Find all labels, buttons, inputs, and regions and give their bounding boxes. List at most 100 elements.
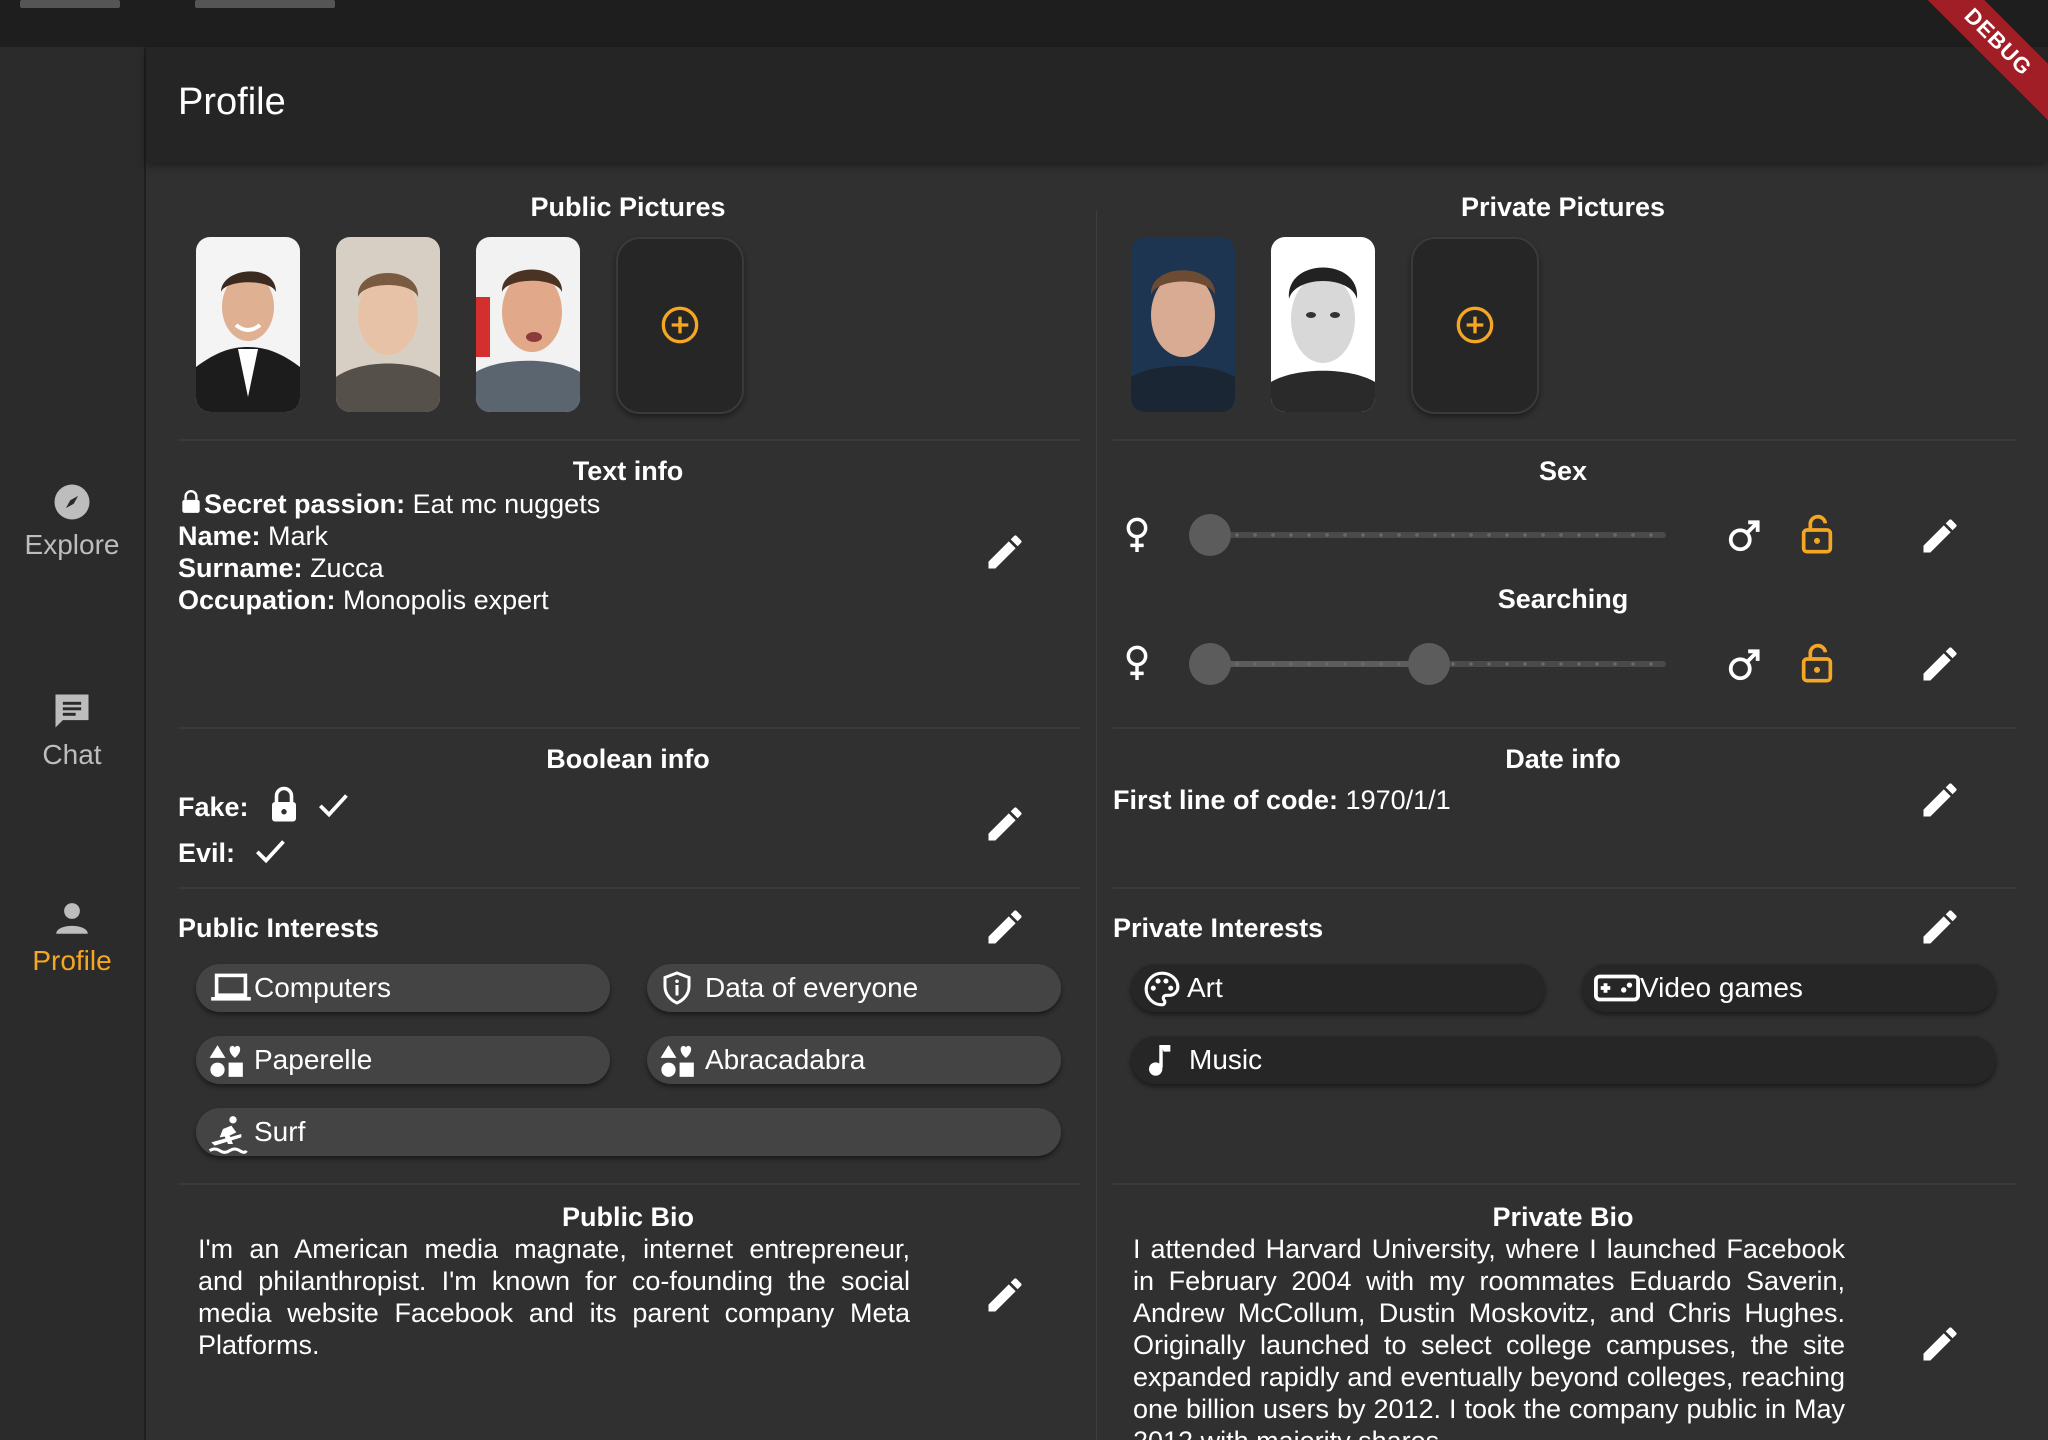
- add-circle-icon: [1456, 306, 1494, 344]
- searching-range-slider[interactable]: [1189, 643, 1676, 685]
- date-info-title: Date info: [1505, 744, 1621, 774]
- edit-private-bio-button[interactable]: [1918, 1322, 1962, 1366]
- laptop-icon: [211, 973, 251, 1001]
- edit-text-info-button[interactable]: [983, 530, 1027, 574]
- add-private-picture-button[interactable]: [1411, 237, 1539, 414]
- divider: [178, 439, 1080, 441]
- interest-label: Surf: [254, 1116, 306, 1147]
- shapes-icon: [209, 1045, 243, 1077]
- sex-slider[interactable]: [1189, 514, 1676, 556]
- divider: [1113, 887, 2016, 889]
- divider: [1113, 439, 2016, 441]
- slider-start-thumb[interactable]: [1189, 643, 1231, 685]
- boolean-row-fake: Fake:: [178, 784, 352, 826]
- edit-searching-button[interactable]: [1918, 642, 1962, 686]
- interest-label: Music: [1189, 1044, 1263, 1075]
- chat-icon: [55, 694, 89, 728]
- shield-info-icon: [663, 971, 691, 1005]
- text-info-row: Occupation: Monopolis expert: [178, 584, 549, 616]
- slider-end-thumb[interactable]: [1407, 643, 1450, 685]
- palette-icon: [1144, 971, 1180, 1007]
- add-public-picture-button[interactable]: [616, 237, 744, 414]
- portrait-image: [1271, 237, 1375, 412]
- top-strip: [0, 0, 2048, 47]
- portrait-image: [476, 237, 580, 412]
- nav-item-chat[interactable]: Chat: [0, 689, 144, 771]
- edit-boolean-info-button[interactable]: [983, 802, 1027, 846]
- edit-private-interests-button[interactable]: [1918, 905, 1962, 949]
- text-info-label: Occupation:: [178, 585, 336, 615]
- edit-public-bio-button[interactable]: [983, 1273, 1027, 1317]
- private-pictures-title: Private Pictures: [1460, 192, 1666, 222]
- edit-date-info-button[interactable]: [1918, 778, 1962, 822]
- interest-chip[interactable]: Paperelle: [196, 1036, 610, 1084]
- divider: [178, 727, 1080, 729]
- interest-label: Video games: [1640, 972, 1803, 1003]
- divider: [178, 887, 1080, 889]
- text-info-row: Name: Mark: [178, 520, 328, 552]
- add-circle-icon: [661, 306, 699, 344]
- female-icon: [1126, 517, 1148, 552]
- interest-chip[interactable]: Video games: [1582, 964, 1996, 1012]
- interest-chip[interactable]: Surf: [196, 1108, 1061, 1156]
- interest-label: Computers: [254, 972, 391, 1003]
- public-pictures-title: Public Pictures: [530, 192, 726, 222]
- lock-open-icon[interactable]: [1797, 642, 1837, 686]
- interest-chip[interactable]: Art: [1131, 964, 1545, 1012]
- text-info-label: Secret passion:: [204, 489, 406, 519]
- text-info-value: Mark: [268, 521, 329, 551]
- edit-sex-button[interactable]: [1918, 514, 1962, 558]
- nav-item-profile[interactable]: Profile: [0, 897, 144, 977]
- private-photo[interactable]: [1131, 237, 1235, 412]
- nav-item-explore[interactable]: Explore: [0, 481, 144, 561]
- sex-title: Sex: [1538, 456, 1588, 486]
- slider-ticks: [1210, 532, 1666, 538]
- private-photo[interactable]: [1271, 237, 1375, 412]
- nav-label-chat: Chat: [42, 739, 102, 770]
- public-photo[interactable]: [336, 237, 440, 412]
- edit-public-interests-button[interactable]: [983, 905, 1027, 949]
- text-info-row: Secret passion: Eat mc nuggets: [178, 488, 600, 520]
- male-icon: [1728, 649, 1760, 681]
- female-icon: [1126, 645, 1148, 680]
- public-photo[interactable]: [196, 237, 300, 412]
- private-interests-title: Private Interests: [1113, 913, 1324, 943]
- nav-label-explore: Explore: [24, 529, 120, 560]
- slider-thumb[interactable]: [1189, 514, 1231, 556]
- surfing-icon: [208, 1116, 248, 1154]
- interest-chip[interactable]: Abracadabra: [647, 1036, 1061, 1084]
- public-bio-title: Public Bio: [561, 1202, 694, 1232]
- boolean-row-evil: Evil:: [178, 832, 289, 870]
- compass-icon: [54, 484, 90, 520]
- lock-open-icon[interactable]: [1797, 513, 1837, 557]
- text-info-value: Eat mc nuggets: [412, 489, 601, 519]
- private-bio-text: I attended Harvard University, where I l…: [1133, 1234, 1845, 1440]
- interest-label: Paperelle: [254, 1044, 373, 1075]
- top-strip-text-fragment: [195, 0, 335, 8]
- shapes-icon: [660, 1045, 694, 1077]
- page-title: Profile: [178, 81, 286, 123]
- boolean-info-title: Boolean info: [546, 744, 710, 774]
- boolean-label: Evil:: [178, 838, 236, 868]
- male-icon: [1728, 520, 1760, 552]
- interest-chip[interactable]: Data of everyone: [647, 964, 1061, 1012]
- interest-label: Data of everyone: [705, 972, 919, 1003]
- public-photo[interactable]: [476, 237, 580, 412]
- text-info-value: Monopolis expert: [343, 585, 549, 615]
- gamepad-icon: [1594, 974, 1640, 1002]
- text-info-label: Name:: [178, 521, 261, 551]
- check-icon: [255, 840, 285, 864]
- person-icon: [56, 903, 88, 934]
- public-interests-title: Public Interests: [178, 913, 380, 943]
- date-info-value: 1970/1/1: [1345, 785, 1451, 815]
- text-info-row: Surname: Zucca: [178, 552, 384, 584]
- lock-icon: [182, 490, 200, 513]
- interest-chip[interactable]: Music: [1131, 1036, 1996, 1084]
- searching-title: Searching: [1497, 584, 1629, 614]
- interest-chip[interactable]: Computers: [196, 964, 610, 1012]
- app-bar: Profile: [146, 47, 2048, 162]
- date-info-label: First line of code:: [1113, 785, 1339, 815]
- top-strip-text-fragment: [20, 0, 120, 8]
- divider: [178, 1183, 1080, 1185]
- nav-label-profile: Profile: [32, 945, 112, 976]
